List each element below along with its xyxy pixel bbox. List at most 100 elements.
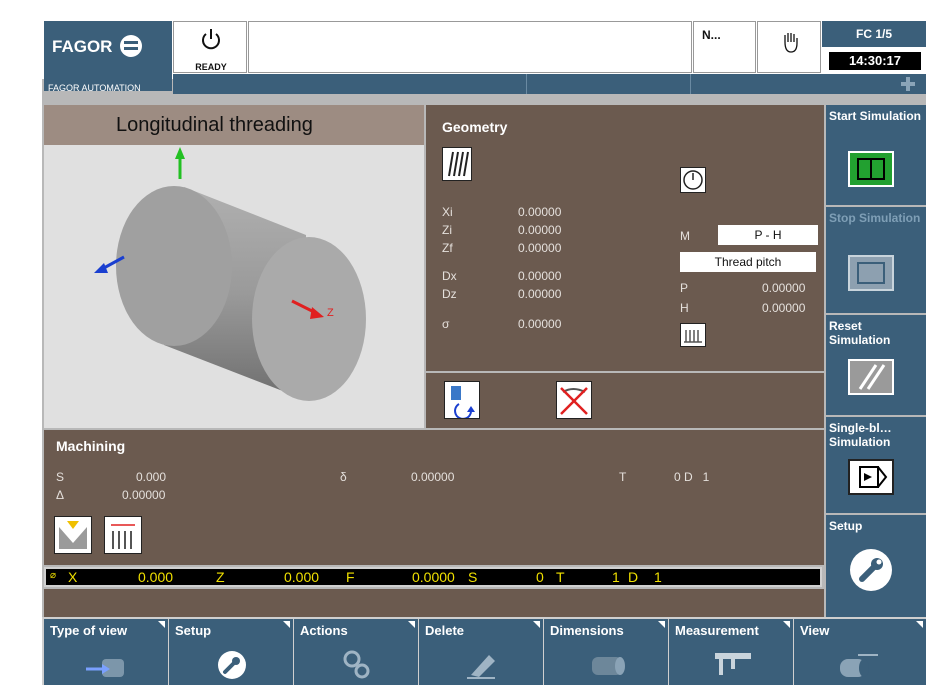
coolant-off-icon[interactable] xyxy=(556,381,592,419)
softkey-delete[interactable]: Delete xyxy=(419,619,543,685)
dx-label: Dx xyxy=(442,269,457,283)
t-label: T xyxy=(619,470,627,484)
softkey-actions[interactable]: Actions xyxy=(294,619,418,685)
mode-label: N... xyxy=(702,28,721,42)
m-selector[interactable]: P - H xyxy=(718,225,818,245)
spindle-label: S xyxy=(468,569,478,585)
softkey-delete-label: Delete xyxy=(425,623,465,638)
softkey-view[interactable]: View xyxy=(794,619,926,685)
x-position: 0.000 xyxy=(138,569,174,585)
z-position: 0.000 xyxy=(284,569,320,585)
channel-indicator: FC 1/5 xyxy=(822,21,926,47)
position-bar: ⌀ X 0.000 Z 0.000 F 0.0000 S 0 T 1 D 1 xyxy=(44,567,822,587)
p-label: P xyxy=(680,281,689,295)
delta-label: δ xyxy=(340,470,347,484)
s-value[interactable]: 0.000 xyxy=(136,470,166,484)
machining-panel: Machining S 0.000 δ 0.00000 T 0 D 1 Δ 0.… xyxy=(44,430,824,565)
h-value[interactable]: 0.00000 xyxy=(762,301,805,315)
reset-simulation-label: Reset Simulation xyxy=(829,319,891,347)
softkey-measurement-label: Measurement xyxy=(675,623,759,638)
xi-value[interactable]: 0.00000 xyxy=(518,205,561,219)
setup-side-label: Setup xyxy=(829,519,863,533)
setup-wrench-icon xyxy=(218,651,246,679)
caliper-icon xyxy=(715,653,751,675)
softkey-dimensions-label: Dimensions xyxy=(550,623,624,638)
cycle-title: Longitudinal threading xyxy=(44,105,424,145)
manual-mode-box xyxy=(757,21,821,73)
reset-icon xyxy=(848,359,894,395)
sigma-label: σ xyxy=(442,317,450,331)
graphic-view[interactable]: Z xyxy=(44,105,424,428)
header: FAGOR FAGOR AUTOMATION READY N... FC 1/5… xyxy=(42,19,926,94)
message-area xyxy=(248,21,692,73)
start-simulation-button[interactable]: Start Simulation xyxy=(826,105,926,205)
diameter-icon: ⌀ xyxy=(50,570,57,581)
thread-exit-icon[interactable] xyxy=(104,516,142,554)
f-label: F xyxy=(346,569,355,585)
brand-mark-icon xyxy=(120,35,142,57)
zi-value[interactable]: 0.00000 xyxy=(518,223,561,237)
big-delta-value[interactable]: 0.00000 xyxy=(122,488,165,502)
plus-icon[interactable] xyxy=(899,76,917,92)
cnc-screen: FAGOR FAGOR AUTOMATION READY N... FC 1/5… xyxy=(42,19,926,685)
single-block-simulation-button[interactable]: Single-bl… Simulation xyxy=(826,417,926,513)
h-label: H xyxy=(680,301,689,315)
setup-side-button[interactable]: Setup xyxy=(826,515,926,617)
mode-box: N... xyxy=(693,21,756,73)
feed-value: 0.0000 xyxy=(412,569,455,585)
zi-label: Zi xyxy=(442,223,452,237)
softkey-setup[interactable]: Setup xyxy=(169,619,293,685)
reset-simulation-button[interactable]: Reset Simulation xyxy=(826,315,926,415)
delta-value[interactable]: 0.00000 xyxy=(411,470,454,484)
thread-profile-icon[interactable] xyxy=(680,323,706,347)
cylinder-graphic xyxy=(94,147,366,401)
power-icon xyxy=(202,29,220,50)
clock: 14:30:17 xyxy=(829,52,921,70)
d-label: D xyxy=(628,569,639,585)
p-value[interactable]: 0.00000 xyxy=(762,281,805,295)
s-label: S xyxy=(56,470,65,484)
thread-type-icon[interactable] xyxy=(442,147,472,181)
softkey-measurement[interactable]: Measurement xyxy=(669,619,793,685)
view-icon xyxy=(840,654,878,677)
pitch-mode-selector[interactable]: Thread pitch xyxy=(680,252,816,272)
tool-label: T xyxy=(556,569,565,585)
infeed-icon[interactable] xyxy=(54,516,92,554)
window: FAGOR FAGOR AUTOMATION READY N... FC 1/5… xyxy=(0,0,942,690)
geometry-panel: Geometry Xi 0.00000 Zi 0.00000 Zf 0.0000… xyxy=(426,105,824,371)
z-axis-label: Z xyxy=(216,569,225,585)
header-substrip xyxy=(173,74,926,94)
m-label: M xyxy=(680,229,690,243)
type-of-view-icon xyxy=(86,659,124,677)
clock-icon[interactable] xyxy=(680,167,706,193)
start-simulation-label: Start Simulation xyxy=(829,109,922,123)
zf-label: Zf xyxy=(442,241,453,255)
machining-title: Machining xyxy=(56,438,126,454)
softkey-type-of-view-label: Type of view xyxy=(50,623,128,638)
softkey-dimensions[interactable]: Dimensions xyxy=(544,619,668,685)
fagor-logo: FAGOR FAGOR AUTOMATION xyxy=(44,21,172,93)
stop-simulation-label: Stop Simulation xyxy=(829,211,921,225)
status-label: READY xyxy=(195,62,227,72)
d-number: 1 xyxy=(654,569,662,585)
sigma-value[interactable]: 0.00000 xyxy=(518,317,561,331)
softkey-type-of-view[interactable]: Type of view xyxy=(44,619,168,685)
zf-value[interactable]: 0.00000 xyxy=(518,241,561,255)
tool-value[interactable]: 0 D 1 xyxy=(674,470,709,484)
spindle-value: 0 xyxy=(536,569,544,585)
single-block-label: Single-bl… Simulation xyxy=(829,421,892,449)
status-box: READY xyxy=(173,21,247,73)
gears-icon xyxy=(343,650,370,679)
stop-simulation-button[interactable]: Stop Simulation xyxy=(826,207,926,313)
tool-rotation-icon[interactable] xyxy=(444,381,480,420)
brand-subtitle: FAGOR AUTOMATION xyxy=(48,83,141,93)
dx-value[interactable]: 0.00000 xyxy=(518,269,561,283)
brand-name: FAGOR xyxy=(52,37,113,56)
eraser-icon xyxy=(467,655,495,679)
geometry-options xyxy=(426,373,824,428)
dz-label: Dz xyxy=(442,287,457,301)
softkey-view-label: View xyxy=(800,623,830,638)
softkey-setup-label: Setup xyxy=(175,623,212,638)
x-axis-label: X xyxy=(68,569,78,585)
dz-value[interactable]: 0.00000 xyxy=(518,287,561,301)
